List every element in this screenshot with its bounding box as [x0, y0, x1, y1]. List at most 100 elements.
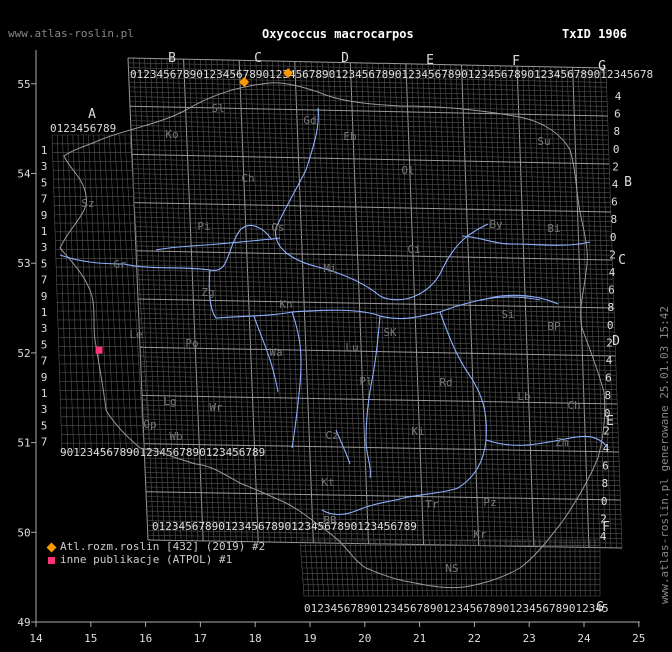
grid-digits: 0123456789012345678901234567890123456789 — [152, 520, 417, 533]
grid-digit-col: 3 — [41, 322, 48, 335]
x-tick-label: 22 — [468, 632, 481, 645]
grid-digit-col: 9 — [41, 290, 48, 303]
grid-digit-col: 8 — [607, 301, 614, 314]
legend-label: inne publikacje (ATPOL) #1 — [60, 553, 233, 566]
grid-digit-col: 6 — [608, 284, 615, 297]
region-label: Zg — [201, 286, 214, 299]
observation-square — [95, 346, 103, 354]
river-line — [365, 315, 381, 479]
region-label: Su — [537, 135, 550, 148]
site-url[interactable]: www.atlas-roslin.pl — [8, 27, 134, 40]
y-tick-label: 55 — [17, 78, 30, 91]
x-tick-label: 15 — [84, 632, 97, 645]
grid-digit-col: 7 — [41, 274, 48, 287]
region-label: Kt — [321, 476, 334, 489]
region-label: Eb — [343, 130, 356, 143]
grid-digit-col: 7 — [41, 436, 48, 449]
y-tick-label: 49 — [17, 616, 30, 629]
region-label: Zm — [555, 436, 569, 449]
x-tick-label: 17 — [194, 632, 207, 645]
region-label: Tr — [425, 498, 439, 511]
grid-digit-col: 2 — [612, 160, 619, 173]
region-label: SK — [383, 326, 397, 339]
generated-note: www.atlas-roslin.pl generowane 25.01.03 … — [658, 305, 671, 604]
x-tick-label: 20 — [358, 632, 371, 645]
region-label: Wa — [269, 346, 282, 359]
grid-digit-col: 0 — [610, 231, 617, 244]
grid-letter: C — [254, 51, 262, 66]
grid-digit-col: 6 — [611, 196, 618, 209]
region-label: Ki — [411, 425, 424, 438]
x-tick-label: 19 — [303, 632, 316, 645]
grid-digit-col: 1 — [41, 144, 48, 157]
grid-digit-col: 7 — [41, 355, 48, 368]
region-label: BP — [547, 320, 561, 333]
region-label: Os — [271, 221, 284, 234]
grid-digit-col: 2 — [609, 248, 616, 261]
grid-digit-col: 0 — [607, 319, 614, 332]
grid-digit-col: 4 — [615, 90, 622, 103]
region-label: Le — [129, 328, 142, 341]
grid-digit-col: 7 — [41, 193, 48, 206]
x-tick-label: 14 — [29, 632, 43, 645]
region-label: Ch — [241, 172, 254, 185]
grid-digit-col: 8 — [604, 389, 611, 402]
grid-digits-bottom: 0123456789012345678901234567890123456789… — [304, 602, 609, 615]
y-tick-label: 52 — [17, 347, 30, 360]
grid-digit-col: 8 — [601, 477, 608, 490]
region-label: Pi — [197, 220, 210, 233]
grid-digit-col: 1 — [41, 387, 48, 400]
x-tick-label: 16 — [139, 632, 152, 645]
region-label: Rd — [439, 376, 452, 389]
region-label: Sl — [211, 102, 224, 115]
x-tick-label: 24 — [577, 632, 591, 645]
grid-digits: 9012345678901234567890123456789 — [60, 446, 265, 459]
taxon-title: Oxycoccus macrocarpos — [262, 27, 414, 41]
region-label: Po — [185, 337, 198, 350]
region-label: Lu — [345, 341, 358, 354]
grid-digit-col: 1 — [41, 225, 48, 238]
grid-letter: B — [624, 175, 632, 190]
x-tick-label: 23 — [523, 632, 536, 645]
region-label: Bi — [547, 222, 560, 235]
grid-digit-col: 4 — [600, 530, 607, 543]
grid-digit-col: 8 — [613, 125, 620, 138]
grid-digit-col: 0 — [601, 495, 608, 508]
grid-digit-col: 4 — [606, 354, 613, 367]
grid-digit-col: 6 — [602, 460, 609, 473]
grid-digit-col: 2 — [600, 512, 607, 525]
region-label: Lb — [517, 390, 530, 403]
legend-item-atlas: Atl.rozm.roslin [432] (2019) #2 — [46, 540, 266, 553]
region-label: Ol — [401, 164, 414, 177]
grid-digit-col: 9 — [41, 371, 48, 384]
region-label: Ci — [407, 243, 420, 256]
grid-digit-col: 0 — [613, 143, 620, 156]
grid-digit-col: 6 — [605, 372, 612, 385]
river-line — [461, 235, 591, 246]
legend-label: Atl.rozm.roslin [432] (2019) #2 — [60, 540, 266, 553]
grid-digit-col: 3 — [41, 160, 48, 173]
grid-digit-col: 6 — [614, 108, 621, 121]
region-label: Kn — [279, 298, 292, 311]
grid-letter: F — [512, 54, 520, 69]
grid-letter: B — [168, 51, 176, 66]
region-label: Op — [143, 418, 156, 431]
grid-digit-col: 5 — [41, 338, 48, 351]
square-marker-icon — [48, 556, 55, 564]
region-label: Lg — [163, 395, 176, 408]
grid-digit-col: 2 — [606, 336, 613, 349]
region-label: Cz — [325, 429, 338, 442]
grid-digit-col: 9 — [41, 209, 48, 222]
diamond-marker-icon — [46, 542, 57, 552]
grid-letter: C — [618, 253, 626, 268]
grid-digit-col: 3 — [41, 241, 48, 254]
x-tick-label: 18 — [249, 632, 262, 645]
region-label: Wr — [209, 401, 223, 414]
x-tick-label: 21 — [413, 632, 426, 645]
grid-letter: E — [426, 53, 434, 68]
y-tick-label: 54 — [17, 168, 31, 181]
grid-letter: A — [88, 107, 96, 122]
x-tick-label: 25 — [632, 632, 645, 645]
grid-digit-col: 3 — [41, 403, 48, 416]
grid-digit-col: 1 — [41, 306, 48, 319]
